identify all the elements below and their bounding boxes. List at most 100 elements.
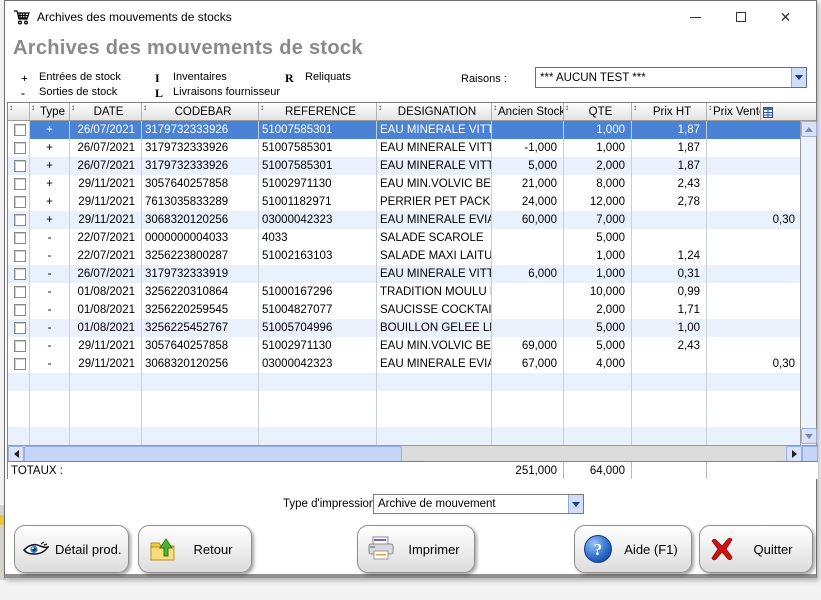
cell-prix_vente[interactable] <box>707 283 802 301</box>
detail-prod-button[interactable]: Détail prod. <box>14 525 129 573</box>
header-ancien-stock[interactable]: ↕Ancien Stock <box>492 103 564 120</box>
row-checkbox[interactable] <box>14 124 26 136</box>
cell-designation[interactable]: SALADE SCAROLE <box>377 229 492 247</box>
cell-codebar[interactable]: 3256225452767 <box>142 319 259 337</box>
header-type[interactable]: ↕Type <box>30 103 70 120</box>
cell-prix_ht[interactable]: 0,99 <box>632 283 707 301</box>
raisons-select[interactable]: *** AUCUN TEST *** <box>535 67 807 88</box>
cell-codebar[interactable]: 3057640257858 <box>142 337 259 355</box>
cell-type[interactable]: + <box>30 175 70 193</box>
cell-reference[interactable]: 51005704996 <box>259 319 377 337</box>
cell-prix_vente[interactable] <box>707 301 802 319</box>
cell-select[interactable] <box>8 229 30 247</box>
header-reference[interactable]: ↕REFERENCE <box>259 103 377 120</box>
maximize-button[interactable] <box>718 1 763 33</box>
cell-prix_vente[interactable] <box>707 193 802 211</box>
cell-prix_vente[interactable] <box>707 121 802 139</box>
cell-select[interactable] <box>8 139 30 157</box>
cell-codebar[interactable]: 3068320120256 <box>142 211 259 229</box>
cell-ancien_stock[interactable]: 24,000 <box>492 193 564 211</box>
cell-ancien_stock[interactable] <box>492 247 564 265</box>
table-row[interactable]: +29/11/2021761303583328951001182971PERRI… <box>8 193 802 211</box>
cell-prix_ht[interactable]: 1,71 <box>632 301 707 319</box>
cell-designation[interactable]: TRADITION MOULU D <box>377 283 492 301</box>
cell-reference[interactable]: 03000042323 <box>259 211 377 229</box>
cell-qte[interactable]: 12,000 <box>564 193 632 211</box>
cell-codebar[interactable]: 7613035833289 <box>142 193 259 211</box>
cell-prix_vente[interactable]: 0,30 <box>707 355 802 373</box>
cell-ancien_stock[interactable] <box>492 121 564 139</box>
cell-reference[interactable]: 51007585301 <box>259 121 377 139</box>
cell-select[interactable] <box>8 193 30 211</box>
cell-designation[interactable]: EAU MINERALE VITTE <box>377 139 492 157</box>
cell-prix_vente[interactable] <box>707 157 802 175</box>
cell-ancien_stock[interactable] <box>492 319 564 337</box>
cell-date[interactable]: 22/07/2021 <box>70 247 142 265</box>
cell-reference[interactable]: 51007585301 <box>259 139 377 157</box>
cell-prix_vente[interactable] <box>707 319 802 337</box>
row-checkbox[interactable] <box>14 160 26 172</box>
cell-prix_vente[interactable] <box>707 247 802 265</box>
cell-designation[interactable]: SALADE MAXI LAITUE <box>377 247 492 265</box>
header-codebar[interactable]: ↕CODEBAR <box>142 103 259 120</box>
cell-codebar[interactable]: 3256220259545 <box>142 301 259 319</box>
cell-codebar[interactable]: 3179732333919 <box>142 265 259 283</box>
cell-designation[interactable]: EAU MINERALE EVIAN <box>377 355 492 373</box>
cell-codebar[interactable]: 3179732333926 <box>142 157 259 175</box>
cell-qte[interactable]: 10,000 <box>564 283 632 301</box>
cell-designation[interactable]: PERRIER PET PACK 6 <box>377 193 492 211</box>
cell-reference[interactable]: 4033 <box>259 229 377 247</box>
cell-qte[interactable]: 7,000 <box>564 211 632 229</box>
header-designation[interactable]: ↕DESIGNATION <box>377 103 492 120</box>
row-checkbox[interactable] <box>14 232 26 244</box>
row-checkbox[interactable] <box>14 250 26 262</box>
cell-date[interactable]: 29/11/2021 <box>70 193 142 211</box>
cell-type[interactable]: + <box>30 139 70 157</box>
cell-reference[interactable]: 51004827077 <box>259 301 377 319</box>
cell-date[interactable]: 01/08/2021 <box>70 283 142 301</box>
cell-codebar[interactable]: 3256223800287 <box>142 247 259 265</box>
cell-prix_vente[interactable] <box>707 139 802 157</box>
cell-qte[interactable]: 5,000 <box>564 229 632 247</box>
cell-qte[interactable]: 5,000 <box>564 319 632 337</box>
row-checkbox[interactable] <box>14 340 26 352</box>
cell-ancien_stock[interactable]: 21,000 <box>492 175 564 193</box>
cell-type[interactable]: - <box>30 355 70 373</box>
cell-type[interactable]: + <box>30 193 70 211</box>
table-row[interactable]: +29/11/2021306832012025603000042323EAU M… <box>8 211 802 229</box>
row-checkbox[interactable] <box>14 304 26 316</box>
cell-ancien_stock[interactable] <box>492 229 564 247</box>
cell-prix_ht[interactable]: 1,00 <box>632 319 707 337</box>
cell-ancien_stock[interactable] <box>492 301 564 319</box>
cell-codebar[interactable]: 3179732333926 <box>142 121 259 139</box>
scroll-left-button[interactable] <box>8 446 24 462</box>
print-type-select[interactable]: Archive de mouvement <box>373 494 584 514</box>
header-date[interactable]: ↕DATE <box>70 103 142 120</box>
row-checkbox[interactable] <box>14 286 26 298</box>
minimize-button[interactable] <box>673 1 718 33</box>
cell-designation[interactable]: EAU MINERALE EVIAN <box>377 211 492 229</box>
row-checkbox[interactable] <box>14 268 26 280</box>
table-row[interactable]: -29/11/2021306832012025603000042323EAU M… <box>8 355 802 373</box>
cell-qte[interactable]: 5,000 <box>564 337 632 355</box>
cell-type[interactable]: - <box>30 301 70 319</box>
cell-prix_ht[interactable]: 1,24 <box>632 247 707 265</box>
cell-select[interactable] <box>8 175 30 193</box>
row-checkbox[interactable] <box>14 358 26 370</box>
cell-type[interactable]: + <box>30 157 70 175</box>
cell-reference[interactable] <box>259 265 377 283</box>
cell-qte[interactable]: 1,000 <box>564 121 632 139</box>
table-row[interactable]: +26/07/2021317973233392651007585301EAU M… <box>8 139 802 157</box>
cell-designation[interactable]: EAU MINERALE VITTE <box>377 121 492 139</box>
cell-type[interactable]: - <box>30 319 70 337</box>
cell-type[interactable]: - <box>30 337 70 355</box>
cell-qte[interactable]: 8,000 <box>564 175 632 193</box>
raisons-dropdown-button[interactable] <box>791 68 806 87</box>
table-row[interactable]: -29/11/2021305764025785851002971130EAU M… <box>8 337 802 355</box>
aide-button[interactable]: ? Aide (F1) <box>574 525 692 573</box>
table-row[interactable]: -22/07/202100000000040334033SALADE SCARO… <box>8 229 802 247</box>
cell-qte[interactable]: 1,000 <box>564 247 632 265</box>
table-row[interactable]: -01/08/2021325622545276751005704996BOUIL… <box>8 319 802 337</box>
horizontal-scroll-thumb[interactable] <box>24 446 402 462</box>
cell-prix_ht[interactable]: 1,87 <box>632 139 707 157</box>
